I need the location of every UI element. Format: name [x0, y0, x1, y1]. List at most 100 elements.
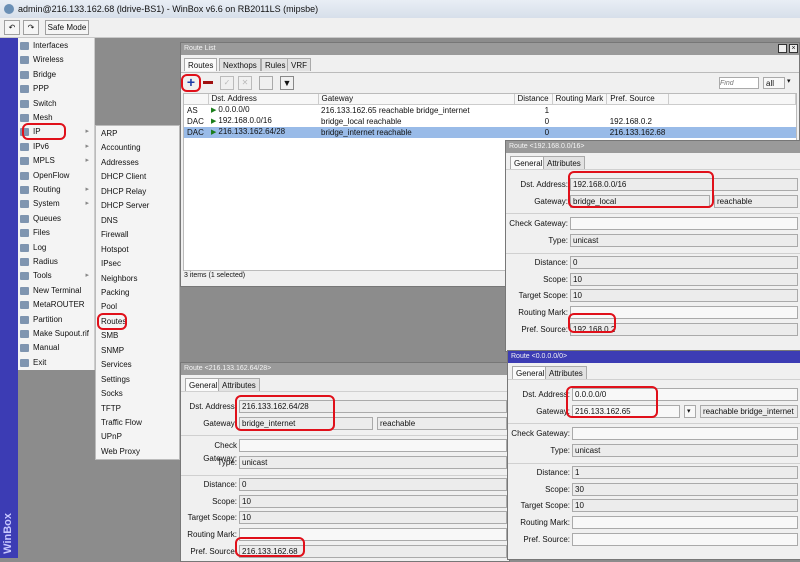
- submenu-item-upnp[interactable]: UPnP: [101, 430, 122, 444]
- menu-item-bridge[interactable]: Bridge: [18, 68, 95, 82]
- type-field[interactable]: unicast: [239, 456, 507, 469]
- menu-item-metarouter[interactable]: MetaROUTER: [18, 298, 95, 312]
- menu-item-mpls[interactable]: MPLS ▸: [18, 154, 95, 168]
- target-field[interactable]: 10: [572, 499, 798, 512]
- submenu-item-dhcp-relay[interactable]: DHCP Relay: [101, 185, 146, 199]
- menu-item-ipv6[interactable]: IPv6 ▸: [18, 140, 95, 154]
- tab-attributes[interactable]: Attributes: [543, 156, 585, 169]
- table-row[interactable]: DAC ▶ 192.168.0.0/16 bridge_local reachable…: [184, 116, 796, 127]
- filter-select[interactable]: all: [763, 77, 785, 89]
- menu-item-partition[interactable]: Partition: [18, 313, 95, 327]
- submenu-item-addresses[interactable]: Addresses: [101, 156, 139, 170]
- check-field[interactable]: [572, 427, 798, 440]
- menu-item-switch[interactable]: Switch: [18, 97, 95, 111]
- close-icon[interactable]: ×: [789, 44, 798, 53]
- find-input[interactable]: [719, 77, 759, 89]
- submenu-item-arp[interactable]: ARP: [101, 127, 117, 141]
- type-field[interactable]: unicast: [570, 234, 798, 247]
- submenu-item-accounting[interactable]: Accounting: [101, 141, 141, 155]
- tab-routes[interactable]: Routes: [184, 58, 218, 71]
- menu-item-label: Mesh: [33, 113, 53, 122]
- scope-field[interactable]: 10: [570, 273, 798, 286]
- column-header-dst-address[interactable]: Dst. Address: [208, 94, 319, 105]
- comment-icon[interactable]: [259, 76, 273, 90]
- tab-nexthops[interactable]: Nexthops: [219, 58, 261, 71]
- tab-vrf[interactable]: VRF: [287, 58, 311, 71]
- menu-item-files[interactable]: Files: [18, 226, 95, 240]
- column-header-distance[interactable]: Distance: [514, 94, 553, 105]
- redo-icon[interactable]: ↷: [23, 20, 39, 35]
- check-field[interactable]: [239, 439, 507, 452]
- target-field[interactable]: 10: [570, 289, 798, 302]
- tab-general[interactable]: General: [512, 366, 549, 379]
- submenu-item-web-proxy[interactable]: Web Proxy: [101, 445, 140, 459]
- enable-icon[interactable]: ✓: [220, 76, 234, 90]
- distance-field[interactable]: 0: [239, 478, 507, 491]
- column-header-type[interactable]: [184, 94, 209, 105]
- remove-icon[interactable]: [203, 81, 213, 84]
- submenu-item-tftp[interactable]: TFTP: [101, 402, 121, 416]
- tab-attributes[interactable]: Attributes: [545, 366, 587, 379]
- distance-field[interactable]: 0: [570, 256, 798, 269]
- route-list-toolbar: + ✓ ✕ ▼ all ▾: [181, 72, 799, 92]
- route-window-0-0-0-0: Route <0.0.0.0/0> General Attributes Dst. A…: [507, 350, 800, 560]
- tab-attributes[interactable]: Attributes: [218, 378, 260, 391]
- submenu-item-smb[interactable]: SMB: [101, 329, 118, 343]
- undo-icon[interactable]: ↶: [4, 20, 20, 35]
- submenu-item-services[interactable]: Services: [101, 358, 132, 372]
- submenu-item-dns[interactable]: DNS: [101, 214, 118, 228]
- disable-icon[interactable]: ✕: [238, 76, 252, 90]
- field-group-divider: [508, 463, 800, 464]
- menu-item-ppp[interactable]: PPP: [18, 82, 95, 96]
- table-row[interactable]: AS ▶ 0.0.0.0/0 216.133.162.65 reachable bri…: [184, 105, 796, 117]
- menu-item-tools[interactable]: Tools ▸: [18, 269, 95, 283]
- menu-item-system[interactable]: System ▸: [18, 197, 95, 211]
- tab-general[interactable]: General: [510, 156, 547, 169]
- submenu-item-packing[interactable]: Packing: [101, 286, 129, 300]
- menu-item-interfaces[interactable]: Interfaces: [18, 39, 95, 53]
- maximize-icon[interactable]: [778, 44, 787, 53]
- submenu-item-neighbors[interactable]: Neighbors: [101, 272, 137, 286]
- route-flag-icon: ▶: [211, 107, 217, 114]
- submenu-item-snmp[interactable]: SNMP: [101, 344, 124, 358]
- gateway-dropdown-icon[interactable]: ▾: [684, 405, 696, 418]
- submenu-item-dhcp-client[interactable]: DHCP Client: [101, 170, 146, 184]
- target-field[interactable]: 10: [239, 511, 507, 524]
- column-header-routing-mark[interactable]: Routing Mark: [552, 94, 608, 105]
- tab-general[interactable]: General: [185, 378, 222, 391]
- menu-item-log[interactable]: Log: [18, 241, 95, 255]
- submenu-item-hotspot[interactable]: Hotspot: [101, 243, 129, 257]
- pref-field[interactable]: [572, 533, 798, 546]
- route-list-tabs: Routes Nexthops Rules VRF: [184, 58, 384, 72]
- submenu-item-settings[interactable]: Settings: [101, 373, 130, 387]
- menu-item-wireless[interactable]: Wireless: [18, 53, 95, 67]
- menu-item-queues[interactable]: Queues: [18, 212, 95, 226]
- submenu-item-ipsec[interactable]: IPsec: [101, 257, 121, 271]
- type-field[interactable]: unicast: [572, 444, 798, 457]
- label-check: Check Gateway:: [509, 219, 568, 228]
- menu-item-manual[interactable]: Manual: [18, 341, 95, 355]
- submenu-item-traffic-flow[interactable]: Traffic Flow: [101, 416, 142, 430]
- submenu-item-socks[interactable]: Socks: [101, 387, 123, 401]
- filter-icon[interactable]: ▼: [280, 76, 294, 90]
- mark-field[interactable]: [572, 516, 798, 529]
- menu-item-make-supout-rif[interactable]: Make Supout.rif: [18, 327, 95, 341]
- submenu-item-dhcp-server[interactable]: DHCP Server: [101, 199, 149, 213]
- check-field[interactable]: [570, 217, 798, 230]
- safe-mode-button[interactable]: Safe Mode: [45, 20, 89, 35]
- submenu-item-firewall[interactable]: Firewall: [101, 228, 129, 242]
- menu-item-exit[interactable]: Exit: [18, 356, 95, 370]
- menu-item-radius[interactable]: Radius: [18, 255, 95, 269]
- menu-item-openflow[interactable]: OpenFlow: [18, 169, 95, 183]
- scope-field[interactable]: 30: [572, 483, 798, 496]
- menu-item-new-terminal[interactable]: New Terminal: [18, 284, 95, 298]
- column-header-gateway[interactable]: Gateway: [318, 94, 515, 105]
- scope-field[interactable]: 10: [239, 495, 507, 508]
- distance-field[interactable]: 1: [572, 466, 798, 479]
- tab-rules[interactable]: Rules: [261, 58, 290, 71]
- column-header-pref-source[interactable]: Pref. Source: [606, 94, 669, 105]
- filter-dropdown-icon[interactable]: ▾: [787, 77, 797, 89]
- main-menu: Interfaces Wireless Bridge PPP Switch Mesh IP ▸…: [18, 38, 95, 370]
- menu-item-routing[interactable]: Routing ▸: [18, 183, 95, 197]
- table-row[interactable]: DAC ▶ 216.133.162.64/28 bridge_internet rea…: [184, 127, 796, 138]
